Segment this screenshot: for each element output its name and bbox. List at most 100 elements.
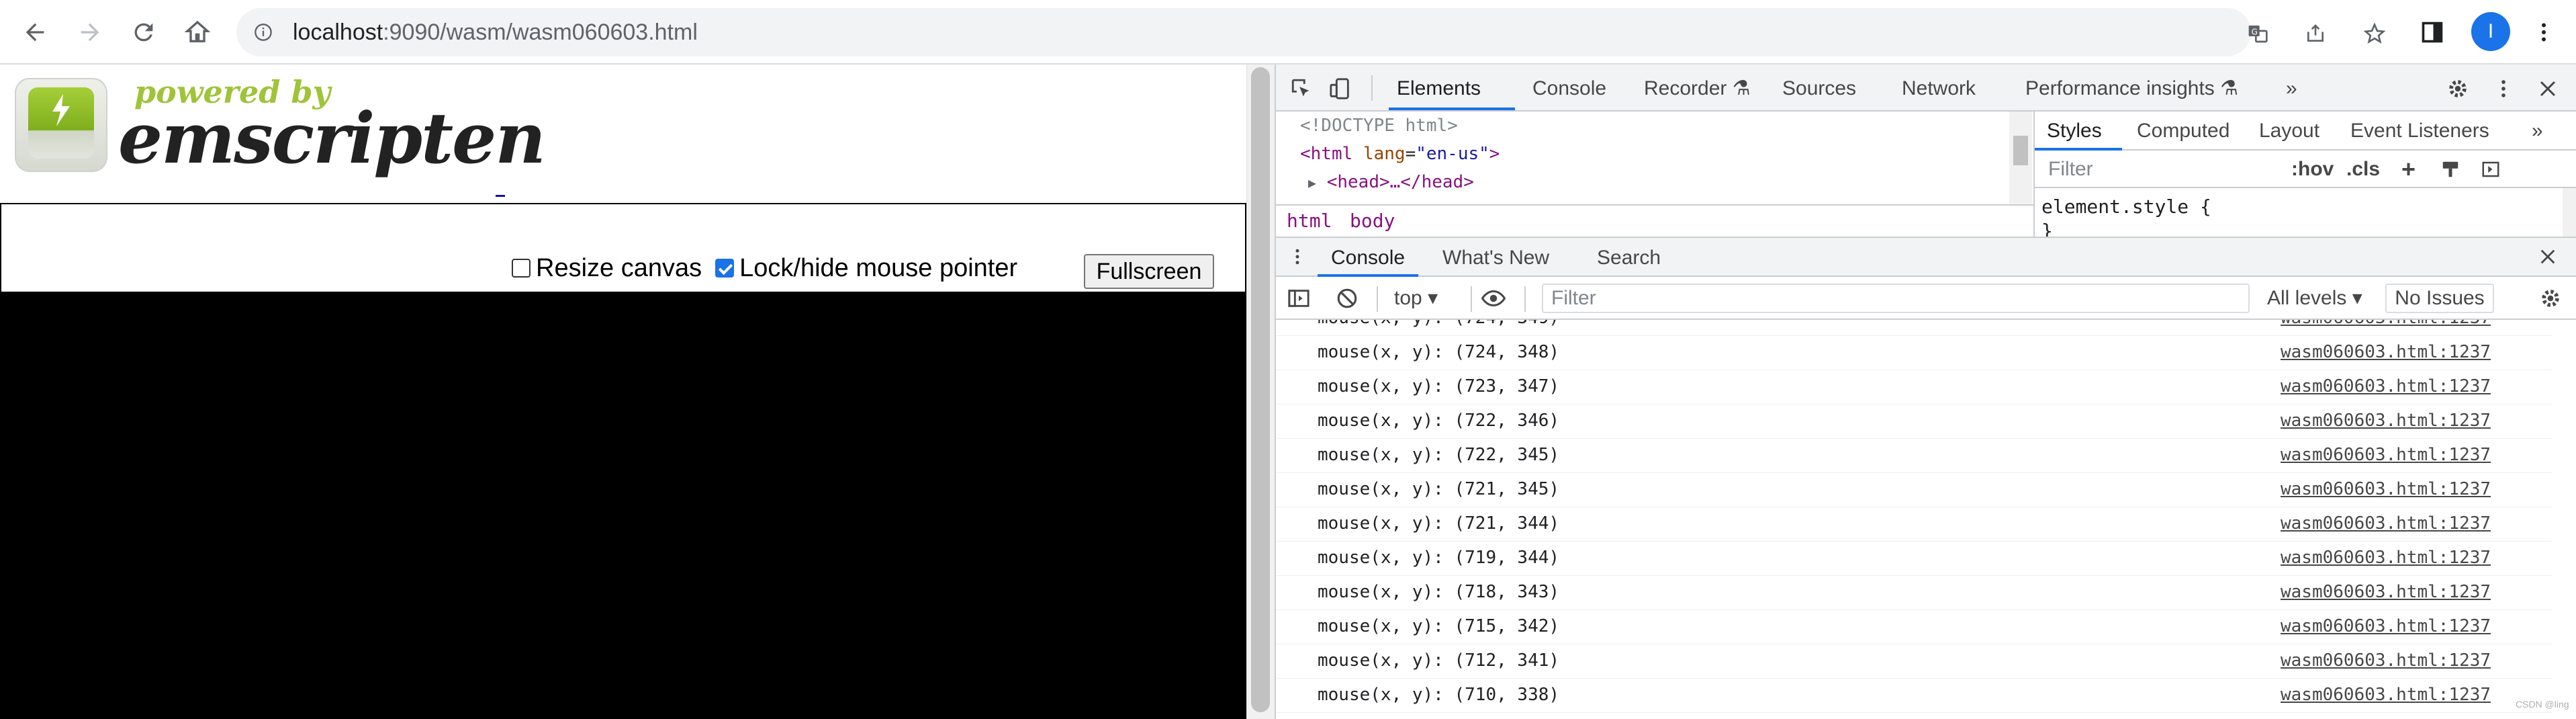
- console-log-message: mouse(x, y): (715, 342): [1318, 616, 1560, 636]
- tab-console[interactable]: Console: [1532, 75, 1606, 102]
- console-log-source-link[interactable]: wasm060603.html:1237: [2281, 376, 2491, 396]
- resize-canvas-checkbox[interactable]: [512, 259, 531, 278]
- lock-pointer-checkbox[interactable]: [715, 259, 735, 278]
- lock-pointer-label: Lock/hide mouse pointer: [739, 253, 1018, 282]
- profile-avatar[interactable]: I: [2471, 12, 2510, 51]
- emscripten-output-panel: Resize canvas Lock/hide mouse pointer Fu…: [0, 203, 1246, 719]
- styles-scrollbar[interactable]: [2563, 188, 2576, 237]
- console-log-source-link[interactable]: wasm060603.html:1237: [2281, 650, 2491, 671]
- console-log-source-link[interactable]: wasm060603.html:1237: [2281, 342, 2491, 362]
- console-log-source-link[interactable]: wasm060603.html:1237: [2281, 548, 2491, 568]
- console-filter-input[interactable]: Filter: [1542, 284, 2250, 313]
- elements-scrollbar-thumb[interactable]: [2013, 136, 2028, 165]
- console-log-source-link[interactable]: wasm060603.html:1237: [2281, 479, 2491, 499]
- reload-icon[interactable]: [128, 16, 160, 48]
- context-selector[interactable]: top ▾: [1394, 286, 1438, 310]
- show-console-sidebar-icon[interactable]: [1287, 286, 1311, 310]
- device-toolbar-icon[interactable]: [1328, 77, 1352, 101]
- drawer-menu-icon[interactable]: [1285, 245, 1309, 269]
- drawer-tab-search[interactable]: Search: [1597, 246, 1661, 270]
- hov-toggle[interactable]: :hov: [2291, 156, 2334, 183]
- drawer-tab-whats-new[interactable]: What's New: [1442, 246, 1549, 270]
- emscripten-logo-icon: [15, 78, 107, 172]
- clear-console-icon[interactable]: [1335, 286, 1359, 310]
- tab-separator: [1371, 75, 1373, 101]
- tab-computed[interactable]: Computed: [2137, 118, 2229, 144]
- toggle-sidebar-icon[interactable]: [2481, 156, 2501, 183]
- cls-toggle[interactable]: .cls: [2346, 156, 2380, 183]
- console-log-source-link[interactable]: wasm060603.html:1237: [2281, 513, 2491, 534]
- fullscreen-button[interactable]: Fullscreen: [1084, 254, 1214, 289]
- active-tab-indicator: [1389, 108, 1515, 110]
- context-label: top: [1394, 287, 1422, 309]
- styles-tab-bar: Styles Computed Layout Event Listeners »: [2035, 112, 2576, 151]
- page-viewport: powered by emscripten Resize canvas Lock…: [0, 65, 1246, 719]
- console-log-message: mouse(x, y): (724, 348): [1318, 342, 1560, 362]
- tab-sources[interactable]: Sources: [1782, 75, 1856, 102]
- close-devtools-icon[interactable]: [2536, 77, 2560, 101]
- doctype-node[interactable]: <!DOCTYPE html>: [1300, 116, 1458, 136]
- console-log-row: mouse(x, y): (722, 345) wasm060603.html:1…: [1276, 438, 2552, 473]
- console-log-row: mouse(x, y): (723, 347) wasm060603.html:1…: [1276, 370, 2552, 405]
- site-info-icon[interactable]: [254, 23, 273, 42]
- console-log-message: mouse(x, y): (722, 345): [1318, 445, 1560, 465]
- console-separator: [1524, 286, 1526, 312]
- console-log-row: mouse(x, y): (724, 348) wasm060603.html:1…: [1276, 335, 2552, 370]
- more-tabs-button[interactable]: »: [2286, 75, 2297, 102]
- tab-styles[interactable]: Styles: [2047, 118, 2102, 144]
- bookmark-star-icon[interactable]: [2363, 22, 2386, 44]
- tab-event-listeners[interactable]: Event Listeners: [2350, 118, 2489, 144]
- console-log-source-link[interactable]: wasm060603.html:1237: [2281, 445, 2491, 465]
- close-drawer-icon[interactable]: [2536, 245, 2560, 269]
- elements-tree: <!DOCTYPE html> <html lang="en-us"> ▶ <h…: [1276, 112, 2033, 204]
- drawer-tab-bar: Console What's New Search: [1276, 237, 2576, 277]
- console-toolbar: top ▾ Filter All levels ▾ No Issues: [1276, 277, 2576, 320]
- page-scrollbar[interactable]: [1246, 65, 1275, 719]
- tab-layout[interactable]: Layout: [2259, 118, 2319, 144]
- breadcrumb-body[interactable]: body: [1350, 210, 1395, 232]
- translate-icon[interactable]: G: [2247, 23, 2268, 44]
- devtools-tab-bar: Elements Console Recorder ⚗ Sources Netw…: [1276, 65, 2576, 112]
- customize-menu-icon[interactable]: [2491, 77, 2516, 101]
- emscripten-canvas[interactable]: [1, 292, 1245, 719]
- forward-arrow-icon[interactable]: [74, 16, 106, 48]
- new-style-rule-button[interactable]: +: [2401, 156, 2416, 183]
- breadcrumb-html[interactable]: html: [1287, 210, 1332, 232]
- console-settings-gear-icon[interactable]: [2538, 286, 2563, 310]
- paint-brush-icon[interactable]: [2440, 156, 2460, 183]
- log-levels-dropdown[interactable]: All levels ▾: [2267, 286, 2362, 310]
- tab-network[interactable]: Network: [1902, 75, 1976, 102]
- side-panel-icon[interactable]: [2416, 16, 2448, 48]
- console-log-source-link[interactable]: wasm060603.html:1237: [2281, 411, 2491, 431]
- tab-performance-insights[interactable]: Performance insights ⚗: [2025, 75, 2238, 102]
- settings-gear-icon[interactable]: [2446, 77, 2470, 101]
- drawer-tab-console[interactable]: Console: [1331, 246, 1405, 270]
- back-arrow-icon[interactable]: [19, 16, 51, 48]
- head-node[interactable]: ▶ <head>…</head>: [1308, 172, 1474, 192]
- hidden-link[interactable]: [496, 195, 505, 197]
- elements-scrollbar[interactable]: [2009, 112, 2032, 204]
- url-text: localhost:9090/wasm/wasm060603.html: [293, 20, 698, 44]
- styles-filter-input[interactable]: Filter: [2041, 156, 2290, 183]
- tab-elements[interactable]: Elements: [1397, 75, 1481, 102]
- console-log-source-link[interactable]: wasm060603.html:1237: [2281, 616, 2491, 636]
- element-style-rule[interactable]: element.style { }: [2041, 195, 2211, 237]
- address-bar[interactable]: localhost:9090/wasm/wasm060603.html G: [236, 8, 2386, 56]
- console-log-source-link[interactable]: wasm060603.html:1237: [2281, 685, 2491, 705]
- issues-button[interactable]: No Issues: [2385, 284, 2494, 313]
- expand-triangle-icon[interactable]: ▶: [1308, 175, 1316, 191]
- share-icon[interactable]: [2305, 23, 2326, 44]
- browser-menu-icon[interactable]: [2528, 16, 2560, 48]
- tab-recorder[interactable]: Recorder ⚗: [1644, 75, 1751, 102]
- url-host: localhost: [293, 19, 383, 45]
- html-node[interactable]: <html lang="en-us">: [1300, 144, 1500, 164]
- styles-more-tabs[interactable]: »: [2532, 118, 2543, 144]
- page-scrollbar-thumb[interactable]: [1251, 67, 1270, 712]
- console-log-source-link[interactable]: wasm060603.html:1237: [2281, 582, 2491, 602]
- live-expression-eye-icon[interactable]: [1481, 286, 1506, 310]
- console-log-row: mouse(x, y): (710, 338) wasm060603.html:1…: [1276, 678, 2552, 713]
- inspect-element-icon[interactable]: [1289, 77, 1314, 101]
- home-icon[interactable]: [181, 16, 214, 48]
- dropdown-caret-icon: ▾: [1428, 287, 1438, 309]
- console-log-source-link[interactable]: wasm060603.html:1237: [2281, 320, 2491, 328]
